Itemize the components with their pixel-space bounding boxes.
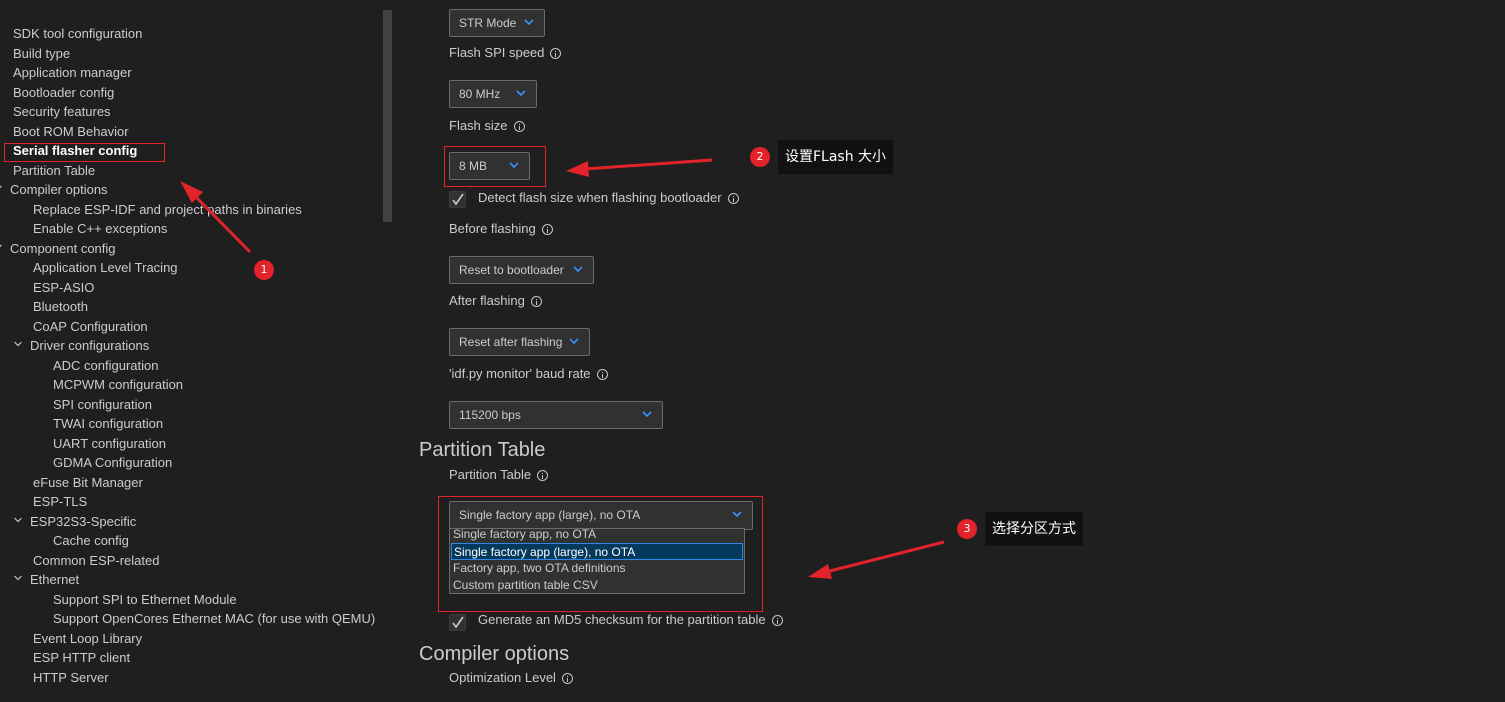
arrow-head-2 [566,161,589,177]
arrow-line-1 [191,192,252,254]
arrow-line-3 [825,540,945,574]
arrow-head-3 [808,564,832,579]
annotation-callout-3: 选择分区方式 [985,512,1083,546]
annotation-badge-1: 1 [254,260,274,280]
arrow-line-2 [584,158,713,171]
annotation-badge-2: 2 [750,147,770,167]
annotation-callout-2: 设置FLash 大小 [778,140,894,174]
annotation-arrows [180,158,945,579]
annotation-badge-3: 3 [957,519,977,539]
